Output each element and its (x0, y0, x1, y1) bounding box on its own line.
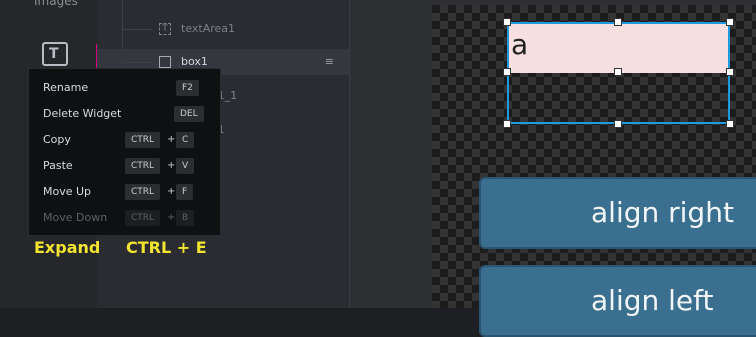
shortcut-key: B (176, 210, 195, 226)
resize-handle[interactable] (614, 68, 622, 76)
menu-item-label: Move Up (43, 185, 92, 198)
caption-expand: Expand (34, 238, 101, 257)
shortcut-plus: + (167, 160, 176, 171)
shortcut-plus: + (167, 212, 176, 223)
caption-shortcut: CTRL + E (126, 238, 207, 257)
shortcut-key: CTRL (125, 210, 161, 226)
resize-handle[interactable] (726, 68, 734, 76)
shortcut-key: CTRL (125, 132, 161, 148)
menu-item-rename[interactable]: Rename F2 (29, 75, 220, 101)
menu-item-label: Delete Widget (43, 107, 122, 120)
resize-handle[interactable] (726, 120, 734, 128)
resize-handle[interactable] (503, 18, 511, 26)
resize-handle[interactable] (614, 18, 622, 26)
menu-item-move-down: Move Down CTRL + B (29, 205, 220, 231)
menu-item-label: Paste (43, 159, 73, 172)
menu-item-label: Move Down (43, 211, 108, 224)
menu-item-label: Copy (43, 133, 71, 146)
shortcut-key: F2 (176, 80, 199, 96)
shortcut-key: F (176, 184, 194, 200)
shortcut-key: DEL (174, 106, 204, 122)
resize-handle[interactable] (726, 18, 734, 26)
box-icon (159, 56, 171, 68)
menu-item-label: Rename (43, 81, 89, 94)
context-menu: Rename F2 Delete Widget DEL Copy CTRL + … (28, 68, 221, 236)
shortcut-key: C (176, 132, 195, 148)
menu-item-delete-widget[interactable]: Delete Widget DEL (29, 101, 220, 127)
shortcut-key: CTRL (125, 184, 161, 200)
menu-item-paste[interactable]: Paste CTRL + V (29, 153, 220, 179)
canvas-button-align-right[interactable]: align right (479, 177, 756, 249)
rail-section-label: Images (34, 0, 78, 8)
shortcut-plus: + (167, 134, 176, 145)
tree-item-label: textArea1 (181, 22, 236, 35)
resize-handle[interactable] (614, 120, 622, 128)
drag-handle-icon[interactable]: ≡ (325, 49, 334, 75)
text-widget-icon[interactable]: T (42, 42, 68, 66)
menu-item-move-up[interactable]: Move Up CTRL + F (29, 179, 220, 205)
text-area-icon: T (159, 23, 171, 35)
resize-handle[interactable] (503, 68, 511, 76)
shortcut-plus: + (167, 186, 176, 197)
menu-item-copy[interactable]: Copy CTRL + C (29, 127, 220, 153)
shortcut-key: V (176, 158, 195, 174)
shortcut-key: CTRL (125, 158, 161, 174)
resize-handle[interactable] (503, 120, 511, 128)
canvas-button-align-left[interactable]: align left (479, 265, 756, 337)
canvas-text-area[interactable]: a (509, 24, 728, 73)
tree-item-textarea1[interactable]: T textArea1 (97, 16, 349, 42)
